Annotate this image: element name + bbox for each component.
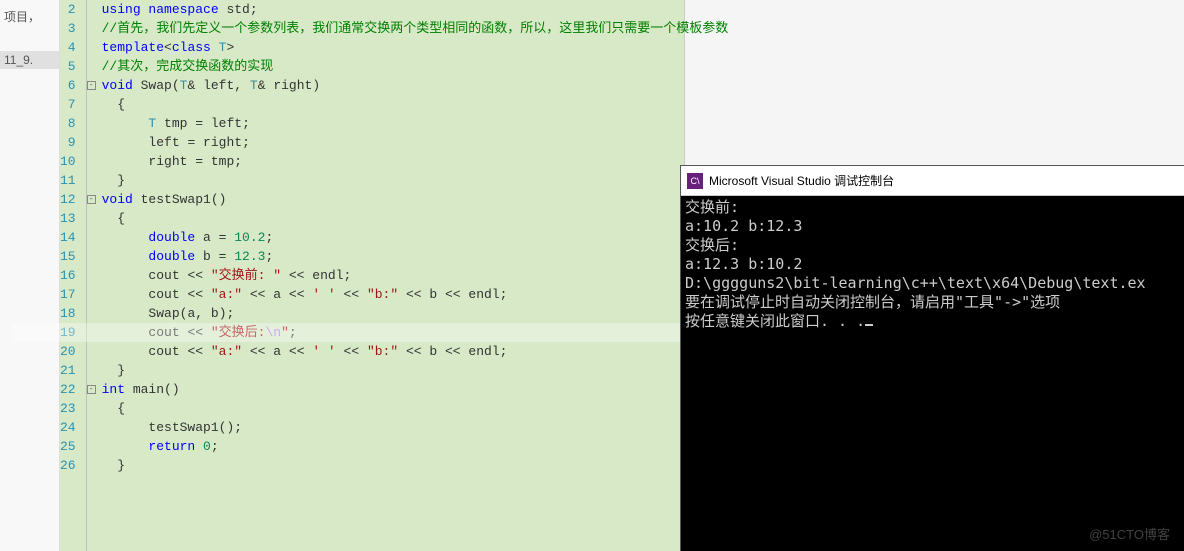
code-line[interactable]: double a = 10.2; <box>102 228 729 247</box>
code-line[interactable]: testSwap1(); <box>102 418 729 437</box>
vs-icon: C\ <box>687 173 703 189</box>
console-cursor <box>865 324 873 326</box>
line-number: 15 <box>60 247 76 266</box>
code-line[interactable]: { <box>102 399 729 418</box>
line-number: 3 <box>60 19 76 38</box>
line-number: 6 <box>60 76 76 95</box>
fold-toggle <box>87 323 96 342</box>
fold-toggle <box>87 342 96 361</box>
fold-toggle <box>87 437 96 456</box>
solution-explorer[interactable]: 项目， 11_9. <box>0 0 60 551</box>
line-number: 13 <box>60 209 76 228</box>
line-number: 11 <box>60 171 76 190</box>
console-titlebar[interactable]: C\ Microsoft Visual Studio 调试控制台 <box>681 166 1184 196</box>
fold-toggle <box>87 171 96 190</box>
fold-toggle <box>87 133 96 152</box>
explorer-item[interactable]: 11_9. <box>0 51 59 69</box>
console-line: a:12.3 b:10.2 <box>685 255 1180 274</box>
line-number: 9 <box>60 133 76 152</box>
console-line: 要在调试停止时自动关闭控制台，请启用"工具"->"选项 <box>685 293 1180 312</box>
fold-toggle <box>87 285 96 304</box>
code-line[interactable]: double b = 12.3; <box>102 247 729 266</box>
line-number: 19 <box>60 323 76 342</box>
line-number: 24 <box>60 418 76 437</box>
code-line[interactable]: right = tmp; <box>102 152 729 171</box>
fold-toggle <box>87 19 96 38</box>
line-number: 25 <box>60 437 76 456</box>
line-number: 5 <box>60 57 76 76</box>
line-number: 2 <box>60 0 76 19</box>
code-line[interactable]: cout << "a:" << a << ' ' << "b:" << b <<… <box>102 342 729 361</box>
fold-toggle <box>87 456 96 475</box>
console-line: 按任意键关闭此窗口. . . <box>685 312 1180 331</box>
fold-toggle <box>87 228 96 247</box>
code-line[interactable]: } <box>102 171 729 190</box>
line-number: 12 <box>60 190 76 209</box>
explorer-item[interactable]: 项目， <box>0 6 59 27</box>
line-number: 23 <box>60 399 76 418</box>
code-line[interactable]: cout << "a:" << a << ' ' << "b:" << b <<… <box>102 285 729 304</box>
line-number: 26 <box>60 456 76 475</box>
fold-toggle <box>87 399 96 418</box>
fold-toggle <box>87 304 96 323</box>
fold-toggle <box>87 418 96 437</box>
line-number: 14 <box>60 228 76 247</box>
code-line[interactable]: T tmp = left; <box>102 114 729 133</box>
fold-column[interactable]: - - - <box>87 0 96 551</box>
code-line[interactable]: Swap(a, b); <box>102 304 729 323</box>
code-line[interactable]: cout << "交换前: " << endl; <box>102 266 729 285</box>
line-number: 17 <box>60 285 76 304</box>
code-line[interactable]: int main() <box>102 380 729 399</box>
fold-toggle <box>87 0 96 19</box>
line-number: 20 <box>60 342 76 361</box>
code-line[interactable]: cout << "交换后:\n"; <box>102 323 729 342</box>
fold-toggle <box>87 57 96 76</box>
code-line[interactable]: { <box>102 95 729 114</box>
line-number: 8 <box>60 114 76 133</box>
code-line[interactable]: left = right; <box>102 133 729 152</box>
fold-toggle <box>87 209 96 228</box>
code-line[interactable]: } <box>102 456 729 475</box>
code-line[interactable]: using namespace std; <box>102 0 729 19</box>
code-line[interactable]: //首先，我们先定义一个参数列表，我们通常交换两个类型相同的函数，所以，这里我们… <box>102 19 729 38</box>
line-number: 22 <box>60 380 76 399</box>
console-output[interactable]: 交换前:a:10.2 b:12.3交换后:a:12.3 b:10.2D:\ggg… <box>681 196 1184 333</box>
line-number: 4 <box>60 38 76 57</box>
fold-toggle <box>87 247 96 266</box>
code-line[interactable]: return 0; <box>102 437 729 456</box>
line-number: 18 <box>60 304 76 323</box>
line-number-gutter: 2345678910111213141516171819202122232425… <box>60 0 87 551</box>
fold-toggle <box>87 152 96 171</box>
fold-toggle <box>87 114 96 133</box>
console-title: Microsoft Visual Studio 调试控制台 <box>709 172 894 189</box>
code-line[interactable]: } <box>102 361 729 380</box>
console-line: D:\gggguns2\bit-learning\c++\text\x64\De… <box>685 274 1180 293</box>
fold-toggle[interactable]: - <box>87 380 96 399</box>
line-number: 10 <box>60 152 76 171</box>
line-number: 7 <box>60 95 76 114</box>
fold-toggle <box>87 38 96 57</box>
console-line: 交换后: <box>685 236 1180 255</box>
console-line: 交换前: <box>685 198 1180 217</box>
line-number: 21 <box>60 361 76 380</box>
code-line[interactable]: void testSwap1() <box>102 190 729 209</box>
code-line[interactable]: { <box>102 209 729 228</box>
fold-toggle[interactable]: - <box>87 76 96 95</box>
code-body[interactable]: using namespace std;//首先，我们先定义一个参数列表，我们通… <box>96 0 729 551</box>
debug-console-window[interactable]: C\ Microsoft Visual Studio 调试控制台 交换前:a:1… <box>680 165 1184 551</box>
fold-toggle[interactable]: - <box>87 190 96 209</box>
code-line[interactable]: template<class T> <box>102 38 729 57</box>
fold-toggle <box>87 95 96 114</box>
code-line[interactable]: void Swap(T& left, T& right) <box>102 76 729 95</box>
fold-toggle <box>87 361 96 380</box>
line-number: 16 <box>60 266 76 285</box>
fold-toggle <box>87 266 96 285</box>
console-line: a:10.2 b:12.3 <box>685 217 1180 236</box>
code-editor[interactable]: 2345678910111213141516171819202122232425… <box>60 0 685 551</box>
code-line[interactable]: //其次，完成交换函数的实现 <box>102 57 729 76</box>
